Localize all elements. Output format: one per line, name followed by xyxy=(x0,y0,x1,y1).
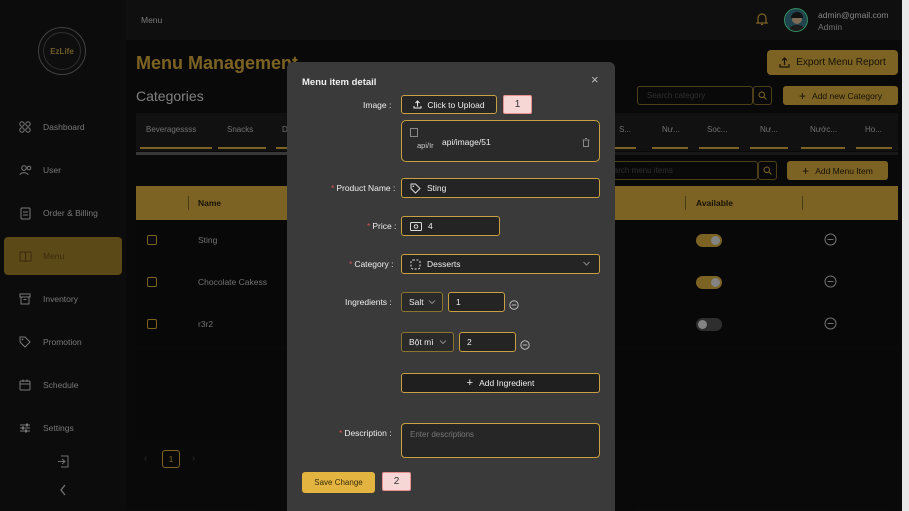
click-to-upload-button[interactable]: Click to Upload xyxy=(401,95,497,114)
description-input[interactable]: Enter descriptions xyxy=(401,423,600,458)
product-name-label: * Product Name : xyxy=(331,183,396,193)
ingredient-quantity-input[interactable]: 2 xyxy=(459,332,516,352)
annotation-badge: 1 xyxy=(503,95,532,114)
trash-icon[interactable] xyxy=(582,134,590,152)
price-field[interactable]: 4 xyxy=(401,216,500,236)
plus-icon: + xyxy=(466,377,474,389)
save-change-button[interactable]: Save Change xyxy=(302,472,375,493)
category-icon xyxy=(410,259,421,269)
remove-circle-icon[interactable] xyxy=(520,337,530,355)
upload-icon xyxy=(413,100,422,109)
file-name: api/image/51 xyxy=(442,137,491,147)
close-icon[interactable]: × xyxy=(591,72,599,87)
add-ingredient-button[interactable]: + Add Ingredient xyxy=(401,373,600,393)
page-scrollbar[interactable] xyxy=(902,0,909,511)
image-label: Image : xyxy=(363,100,392,110)
ingredient-select[interactable]: Salt xyxy=(401,292,443,312)
tag-icon xyxy=(410,183,421,194)
annotation-badge: 2 xyxy=(382,472,411,491)
remove-circle-icon[interactable] xyxy=(509,297,519,315)
ingredient-quantity-input[interactable]: 1 xyxy=(448,292,505,312)
product-name-field[interactable]: Sting xyxy=(401,178,600,198)
money-icon xyxy=(410,221,422,231)
ingredient-select[interactable]: Bột mì xyxy=(401,332,454,352)
chevron-down-icon xyxy=(583,261,590,266)
menu-item-detail-modal: Menu item detail × Image : Click to Uplo… xyxy=(287,62,615,511)
category-select[interactable]: Desserts xyxy=(401,254,600,274)
chevron-down-icon xyxy=(428,300,436,305)
image-thumbnail: api/Ir xyxy=(410,128,434,150)
description-label: * Description : xyxy=(339,428,392,438)
chevron-down-icon xyxy=(439,340,447,345)
modal-title: Menu item detail xyxy=(302,77,377,88)
category-label: * Category : xyxy=(349,259,394,269)
price-label: * Price : xyxy=(367,221,397,231)
ingredients-label: Ingredients : xyxy=(345,297,392,307)
uploaded-file: api/Ir api/image/51 xyxy=(401,120,600,162)
